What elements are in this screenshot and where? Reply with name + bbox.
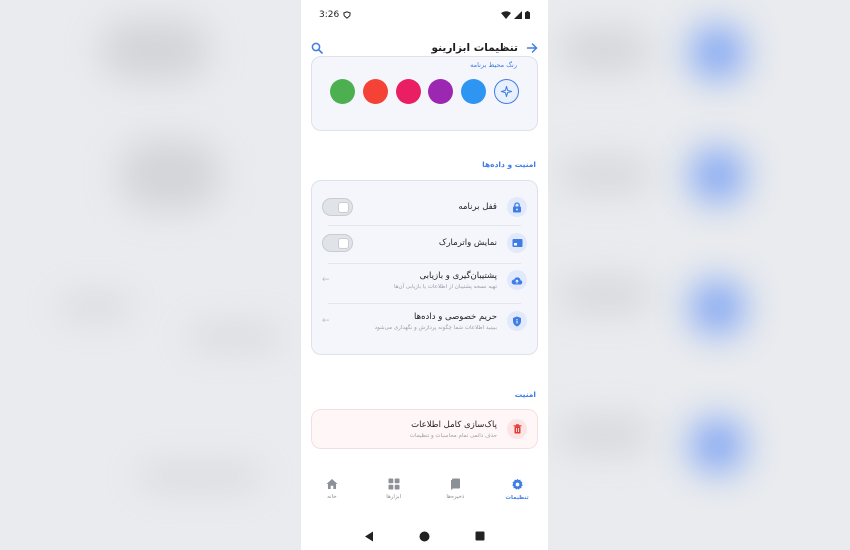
custom-color-swatch[interactable] [494, 79, 519, 104]
privacy-subtitle: ببینید اطلاعات شما چگونه پردازش و نگهدار… [374, 324, 497, 331]
color-swatch-pink[interactable] [395, 79, 421, 104]
wipe-data-card[interactable]: پاک‌سازی کامل اطلاعات حذف دائمی تمام محا… [311, 409, 538, 449]
nav-settings[interactable]: تنظیمات [490, 478, 545, 501]
cloud-upload-icon [507, 270, 527, 290]
chevron-left-icon: ← [322, 275, 330, 285]
nav-settings-label: تنظیمات [505, 495, 529, 501]
battery-icon [525, 11, 530, 19]
danger-section-title: امنیت [514, 390, 536, 399]
page-title: تنظیمات ابزارینو [431, 42, 518, 54]
lock-icon [507, 197, 527, 217]
backup-row[interactable]: ← پشتیبان‌گیری و بازیابی تهیه نسخه پشتیب… [322, 270, 527, 290]
nav-home[interactable]: خانه [304, 478, 359, 500]
watermark-toggle[interactable] [322, 234, 353, 252]
security-data-card: قفل برنامه نمایش واترمارک ← [311, 180, 538, 355]
system-navigation [301, 526, 548, 546]
nav-tools[interactable]: ابزارها [366, 478, 421, 500]
nav-home-label: خانه [327, 494, 337, 500]
bookmark-book-icon [450, 478, 460, 490]
nav-saved[interactable]: ذخیره‌ها [428, 478, 483, 500]
search-icon[interactable] [311, 42, 323, 54]
watermark-row[interactable]: نمایش واترمارک [322, 233, 527, 253]
shield-status-icon [343, 11, 351, 19]
privacy-label: حریم خصوصی و داده‌ها [414, 311, 497, 322]
back-arrow-icon[interactable] [526, 42, 538, 54]
app-lock-label: قفل برنامه [458, 202, 497, 212]
shield-icon [507, 311, 527, 331]
recents-square-icon[interactable] [475, 531, 485, 541]
sparkle-icon [500, 85, 513, 98]
color-swatches [330, 79, 519, 104]
grid-icon [388, 478, 400, 490]
chevron-left-icon: ← [322, 316, 330, 326]
app-lock-row[interactable]: قفل برنامه [322, 197, 527, 217]
color-swatch-purple[interactable] [428, 79, 454, 104]
color-swatch-red[interactable] [362, 79, 388, 104]
backup-subtitle: تهیه نسخه پشتیبان از اطلاعات یا بازیابی … [393, 283, 497, 290]
phone-screen: 3:26 تنظیمات ابزارینو رنگ محیط برنامه ام… [301, 0, 548, 550]
security-data-section-title: امنیت و داده‌ها [482, 160, 536, 169]
watermark-label: نمایش واترمارک [438, 238, 497, 248]
backup-label: پشتیبان‌گیری و بازیابی [419, 270, 497, 281]
nav-tools-label: ابزارها [386, 494, 402, 500]
gear-icon [511, 478, 523, 490]
wipe-data-row[interactable]: پاک‌سازی کامل اطلاعات حذف دائمی تمام محا… [322, 419, 527, 439]
home-icon [326, 479, 338, 489]
wipe-data-subtitle: حذف دائمی تمام محاسبات و تنظیمات [409, 432, 497, 439]
bottom-navigation: تنظیمات ذخیره‌ها ابزارها خانه [301, 478, 548, 520]
privacy-row[interactable]: ← حریم خصوصی و داده‌ها ببینید اطلاعات شم… [322, 311, 527, 331]
watermark-icon [507, 233, 527, 253]
back-triangle-icon[interactable] [364, 531, 374, 542]
signal-icon [514, 11, 522, 19]
wipe-data-label: پاک‌سازی کامل اطلاعات [411, 419, 497, 430]
wifi-icon [501, 11, 511, 19]
theme-color-label: رنگ محیط برنامه [470, 61, 517, 69]
status-time: 3:26 [319, 10, 340, 20]
nav-saved-label: ذخیره‌ها [446, 494, 465, 500]
trash-icon [507, 419, 527, 439]
theme-color-card: رنگ محیط برنامه [311, 56, 538, 131]
status-bar: 3:26 [301, 0, 548, 30]
home-circle-icon[interactable] [419, 531, 430, 542]
color-swatch-green[interactable] [330, 79, 356, 104]
app-lock-toggle[interactable] [322, 198, 353, 216]
color-swatch-blue[interactable] [461, 79, 487, 104]
